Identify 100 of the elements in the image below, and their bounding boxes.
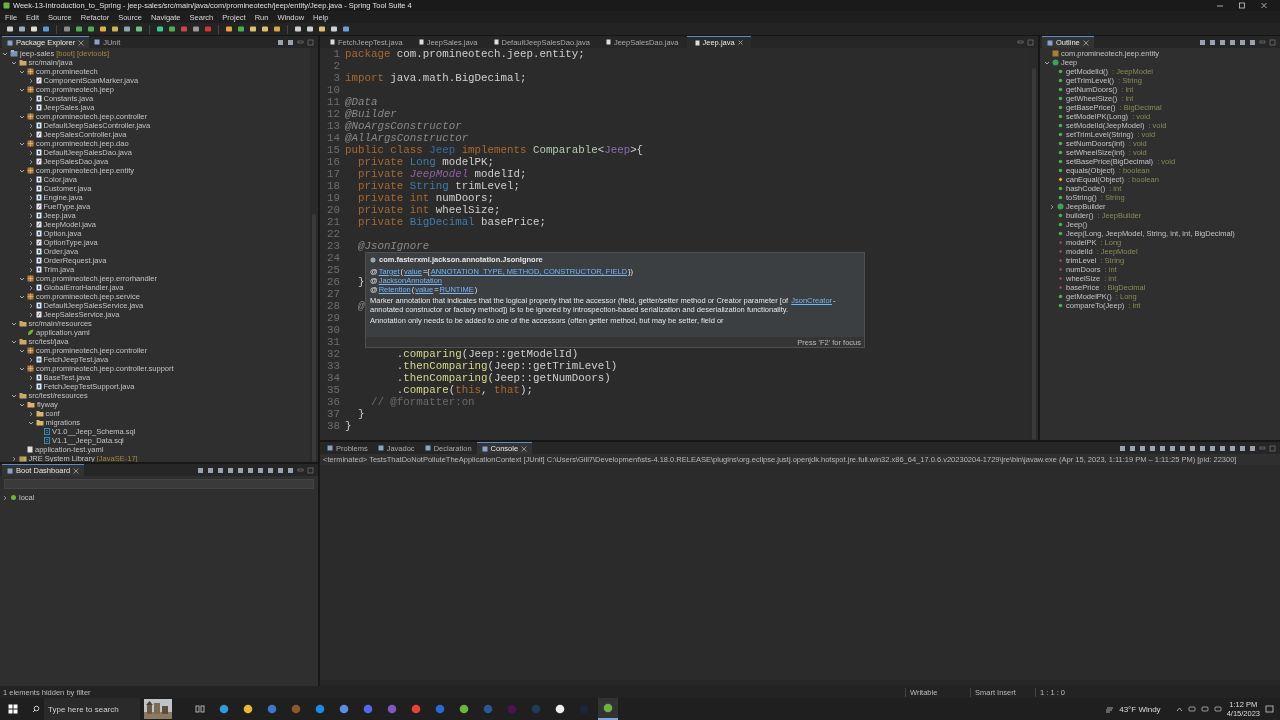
chevron-icon[interactable] xyxy=(19,401,25,408)
chevron-icon[interactable] xyxy=(27,419,34,426)
chevron-icon[interactable] xyxy=(10,338,17,345)
chevron-icon[interactable] xyxy=(19,68,25,75)
chevron-icon[interactable] xyxy=(19,365,25,372)
windows-start-icon[interactable] xyxy=(8,704,18,714)
file-icon xyxy=(35,158,42,165)
chevron-up-icon[interactable] xyxy=(1175,705,1183,713)
chevron-icon[interactable] xyxy=(27,257,34,264)
app-icon xyxy=(387,704,397,714)
network-icon[interactable] xyxy=(1187,705,1196,713)
close-icon[interactable] xyxy=(73,467,80,474)
chevron-icon[interactable] xyxy=(19,347,25,354)
line-number: 22 xyxy=(326,228,341,240)
chevron-icon[interactable] xyxy=(27,95,34,102)
chevron-icon[interactable] xyxy=(27,185,34,192)
close-icon[interactable] xyxy=(737,40,743,45)
code-line: @ xyxy=(356,300,365,312)
chevron-icon[interactable] xyxy=(27,131,34,138)
file-icon xyxy=(35,221,42,228)
code-line: .thenComparing(Jeep::getNumDoors) xyxy=(395,372,611,384)
chevron-icon[interactable] xyxy=(27,230,34,237)
maximize-icon[interactable] xyxy=(1238,2,1246,9)
close-icon[interactable] xyxy=(521,445,528,452)
chevron-icon[interactable] xyxy=(10,455,17,462)
chevron-icon[interactable] xyxy=(27,284,34,291)
chevron-icon[interactable] xyxy=(27,203,34,210)
chevron-icon[interactable] xyxy=(19,113,25,120)
chevron-icon[interactable] xyxy=(27,248,34,255)
chevron-icon[interactable] xyxy=(27,383,34,390)
app-icon xyxy=(435,704,445,714)
folder-icon xyxy=(18,338,27,345)
chevron-icon[interactable] xyxy=(2,494,8,501)
file-icon xyxy=(35,131,42,138)
line-number: 3 xyxy=(332,72,341,84)
weather-icon xyxy=(1105,705,1115,713)
file-icon xyxy=(35,374,42,381)
file-icon xyxy=(35,383,42,390)
line-number: 30 xyxy=(326,324,341,336)
line-number: 32 xyxy=(326,348,341,360)
chevron-icon[interactable] xyxy=(27,239,34,246)
chevron-icon[interactable] xyxy=(19,293,25,300)
line-number: 2 xyxy=(332,60,341,72)
package-icon xyxy=(27,113,34,120)
chevron-icon[interactable] xyxy=(27,212,34,219)
chevron-icon[interactable] xyxy=(27,122,34,129)
chevron-icon[interactable] xyxy=(27,374,34,381)
chevron-icon[interactable] xyxy=(2,50,8,57)
chevron-icon[interactable] xyxy=(19,140,25,147)
package-icon xyxy=(27,68,34,75)
file-icon xyxy=(493,39,499,45)
chevron-icon[interactable] xyxy=(27,302,34,309)
chevron-icon[interactable] xyxy=(19,167,25,174)
chevron-icon[interactable] xyxy=(10,392,17,399)
chevron-icon[interactable] xyxy=(19,86,25,93)
chevron-icon[interactable] xyxy=(27,266,34,273)
line-number: 27 xyxy=(326,288,341,300)
close-icon[interactable] xyxy=(1260,2,1268,9)
file-icon xyxy=(35,230,42,237)
app-icon xyxy=(243,704,253,714)
file-icon xyxy=(35,95,42,102)
minimize-icon[interactable] xyxy=(1216,2,1224,9)
chevron-icon[interactable] xyxy=(27,194,34,201)
speaker-icon[interactable] xyxy=(1200,705,1209,713)
code-line: private String trimLevel; xyxy=(356,180,520,192)
file-icon xyxy=(418,39,424,45)
chevron-icon[interactable] xyxy=(27,410,34,417)
chevron-icon[interactable] xyxy=(27,176,34,183)
file-icon xyxy=(35,248,42,255)
class-icon xyxy=(1057,203,1064,210)
close-icon[interactable] xyxy=(1082,39,1089,46)
chevron-icon[interactable] xyxy=(10,59,17,66)
scrollbar[interactable] xyxy=(310,48,318,462)
chevron-icon[interactable] xyxy=(27,221,34,228)
chevron-icon[interactable] xyxy=(10,320,17,327)
chevron-icon[interactable] xyxy=(27,149,34,156)
chevron-icon[interactable] xyxy=(27,77,34,84)
chevron-icon[interactable] xyxy=(27,104,34,111)
app-icon xyxy=(219,704,229,714)
app-icon xyxy=(267,704,277,714)
code-line: @Data xyxy=(345,96,378,108)
file-icon xyxy=(35,284,42,291)
line-number: 26 xyxy=(326,276,341,288)
chevron-icon[interactable] xyxy=(1044,59,1050,66)
chevron-icon[interactable] xyxy=(19,275,25,282)
battery-icon[interactable] xyxy=(1213,705,1222,713)
chevron-icon[interactable] xyxy=(27,356,34,363)
code-line: import java.math.BigDecimal; xyxy=(345,72,527,84)
code-line: } xyxy=(345,420,352,432)
chevron-icon[interactable] xyxy=(1049,203,1055,210)
chevron-icon[interactable] xyxy=(27,158,34,165)
close-icon[interactable] xyxy=(78,39,85,46)
chevron-icon[interactable] xyxy=(27,311,34,318)
search-field[interactable]: Type here to search xyxy=(44,698,140,720)
package-icon xyxy=(27,167,34,174)
line-number: 38 xyxy=(326,420,341,432)
notification-icon[interactable] xyxy=(1265,704,1274,714)
line-number: 25 xyxy=(326,264,341,276)
app-icon xyxy=(411,704,421,714)
package-icon xyxy=(27,293,34,300)
